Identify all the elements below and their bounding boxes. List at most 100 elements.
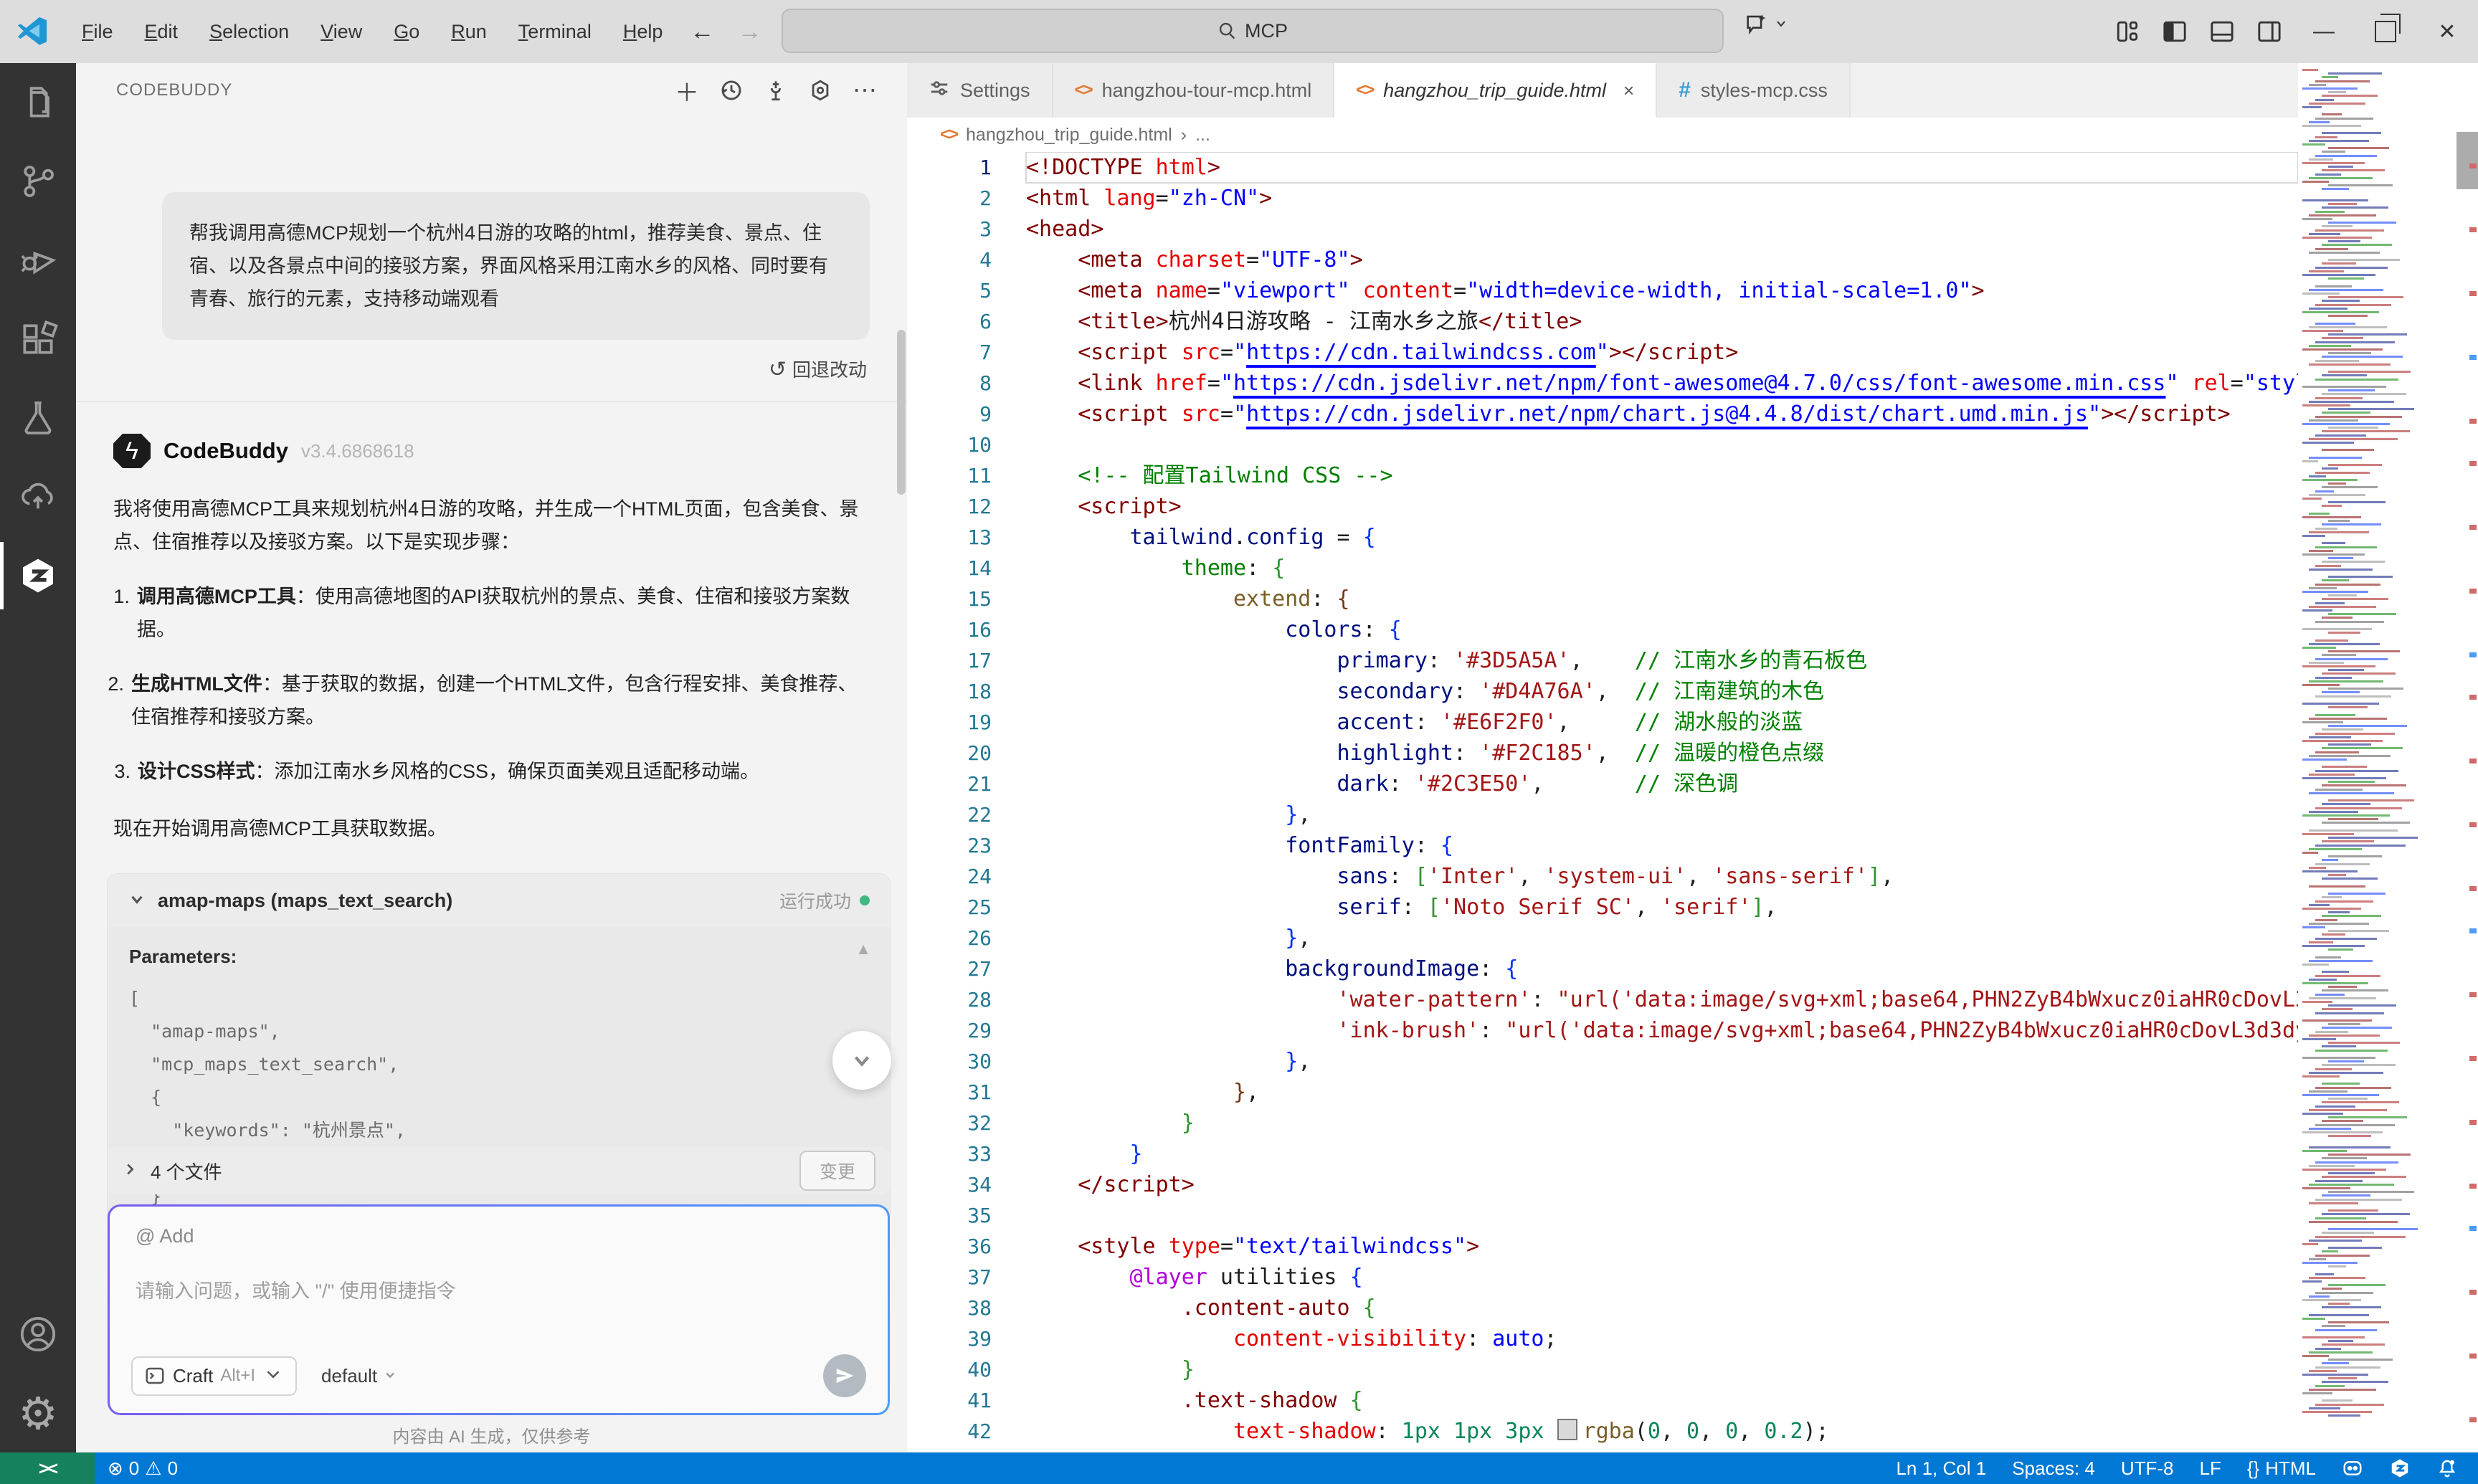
code-line[interactable]: 16 colors: { [907, 614, 2298, 645]
code-line[interactable]: 40 } [907, 1354, 2298, 1385]
code-line[interactable]: 3<head> [907, 214, 2298, 244]
menu-run[interactable]: Run [435, 21, 503, 43]
menu-terminal[interactable]: Terminal [503, 21, 607, 43]
craft-mode-selector[interactable]: Craft Alt+I [131, 1356, 297, 1396]
menu-view[interactable]: View [305, 21, 378, 43]
code-line[interactable]: 14 theme: { [907, 553, 2298, 584]
tab-hangzhou-tour-mcp[interactable]: <> hangzhou-tour-mcp.html [1053, 63, 1335, 118]
close-button[interactable]: ✕ [2416, 0, 2478, 63]
source-control-icon[interactable] [0, 142, 76, 221]
mcp-tools-icon[interactable] [754, 70, 798, 110]
breadcrumb[interactable]: <> hangzhou_trip_guide.html › ... [907, 118, 2478, 152]
changes-button[interactable]: 变更 [799, 1151, 875, 1191]
codebuddy-sidebar-icon[interactable] [0, 536, 76, 615]
code-line[interactable]: 35 [907, 1200, 2298, 1231]
back-arrow-icon[interactable]: ← [678, 18, 726, 46]
settings-gear-icon[interactable]: ⚙ [0, 1374, 76, 1452]
undo-changes-button[interactable]: ↺回退改动 [76, 356, 867, 382]
code-line[interactable]: 31 }, [907, 1077, 2298, 1108]
code-line[interactable]: 13 tailwind.config = { [907, 522, 2298, 553]
run-debug-icon[interactable] [0, 221, 76, 300]
forward-arrow-icon[interactable]: → [726, 18, 773, 46]
restore-button[interactable] [2355, 0, 2416, 63]
copilot-menu[interactable] [1744, 11, 1788, 36]
menu-edit[interactable]: Edit [129, 21, 194, 43]
code-line[interactable]: 7 <script src="https://cdn.tailwindcss.c… [907, 337, 2298, 368]
code-line[interactable]: 22 }, [907, 799, 2298, 830]
chat-scrollbar[interactable] [897, 330, 906, 495]
code-line[interactable]: 8 <link href="https://cdn.jsdelivr.net/n… [907, 368, 2298, 399]
code-editor[interactable]: 1<!DOCTYPE html>2<html lang="zh-CN">3<he… [907, 152, 2298, 1452]
code-line[interactable]: 37 @layer utilities { [907, 1262, 2298, 1293]
minimap[interactable] [2298, 63, 2478, 1452]
code-line[interactable]: 1<!DOCTYPE html> [907, 152, 2298, 183]
minimize-button[interactable]: — [2293, 0, 2355, 63]
code-line[interactable]: 28 'water-pattern': "url('data:image/svg… [907, 984, 2298, 1015]
code-line[interactable]: 18 secondary: '#D4A76A', // 江南建筑的木色 [907, 676, 2298, 707]
code-line[interactable]: 19 accent: '#E6F2F0', // 湖水般的淡蓝 [907, 707, 2298, 738]
toggle-secondary-sidebar-icon[interactable] [2246, 0, 2293, 63]
add-context-button[interactable]: @ Add [136, 1225, 194, 1247]
remote-explorer-icon[interactable] [0, 457, 76, 536]
toggle-primary-sidebar-icon[interactable] [2151, 0, 2198, 63]
notifications-bell-icon[interactable] [2424, 1452, 2478, 1484]
code-line[interactable]: 42 text-shadow: 1px 1px 3px rgba(0, 0, 0… [907, 1416, 2298, 1447]
tab-settings[interactable]: Settings [907, 63, 1053, 118]
menu-go[interactable]: Go [378, 21, 435, 43]
toggle-panel-icon[interactable] [2198, 0, 2246, 63]
chat-input-box[interactable]: @ Add 请输入问题，或输入 "/" 使用便捷指令 Craft Alt+I d… [108, 1204, 890, 1415]
code-line[interactable]: 20 highlight: '#F2C185', // 温暖的橙色点缀 [907, 738, 2298, 769]
extensions-icon[interactable] [0, 300, 76, 379]
menu-selection[interactable]: Selection [194, 21, 305, 43]
menu-file[interactable]: File [66, 21, 129, 43]
more-actions-icon[interactable]: ⋯ [842, 70, 887, 110]
send-button[interactable] [823, 1354, 866, 1397]
code-line[interactable]: 34 </script> [907, 1169, 2298, 1200]
tab-styles-mcp[interactable]: # styles-mcp.css [1657, 63, 1851, 118]
explorer-icon[interactable] [0, 63, 76, 142]
code-line[interactable]: 17 primary: '#3D5A5A', // 江南水乡的青石板色 [907, 645, 2298, 676]
code-line[interactable]: 10 [907, 429, 2298, 460]
code-line[interactable]: 24 sans: ['Inter', 'system-ui', 'sans-se… [907, 861, 2298, 892]
menu-help[interactable]: Help [607, 21, 679, 43]
code-line[interactable]: 41 .text-shadow { [907, 1385, 2298, 1416]
changed-files-bar[interactable]: 4 个文件 变更 [108, 1147, 890, 1194]
tab-hangzhou-trip-guide[interactable]: <> hangzhou_trip_guide.html × [1334, 63, 1657, 118]
remote-indicator[interactable]: >< [0, 1452, 95, 1484]
code-line[interactable]: 26 }, [907, 923, 2298, 953]
indentation[interactable]: Spaces: 4 [1999, 1452, 2108, 1484]
code-line[interactable]: 21 dark: '#2C3E50', // 深色调 [907, 769, 2298, 799]
code-line[interactable]: 36 <style type="text/tailwindcss"> [907, 1231, 2298, 1262]
history-icon[interactable] [709, 70, 754, 110]
code-line[interactable]: 4 <meta charset="UTF-8"> [907, 244, 2298, 275]
accounts-icon[interactable] [0, 1295, 76, 1374]
encoding[interactable]: UTF-8 [2108, 1452, 2187, 1484]
code-line[interactable]: 11 <!-- 配置Tailwind CSS --> [907, 460, 2298, 491]
assistant-settings-icon[interactable] [798, 70, 842, 110]
language-mode[interactable]: {}HTML [2234, 1452, 2329, 1484]
code-line[interactable]: 5 <meta name="viewport" content="width=d… [907, 275, 2298, 306]
scroll-up-arrow-icon[interactable]: ▲ [855, 940, 871, 959]
new-chat-icon[interactable]: ＋ [665, 70, 709, 110]
code-line[interactable]: 39 content-visibility: auto; [907, 1323, 2298, 1354]
code-line[interactable]: 29 'ink-brush': "url('data:image/svg+xml… [907, 1015, 2298, 1046]
close-tab-icon[interactable]: × [1623, 80, 1634, 102]
scroll-to-bottom-button[interactable] [832, 1031, 891, 1090]
code-line[interactable]: 30 }, [907, 1046, 2298, 1077]
code-line[interactable]: 2<html lang="zh-CN"> [907, 183, 2298, 214]
cursor-position[interactable]: Ln 1, Col 1 [1883, 1452, 1999, 1484]
code-line[interactable]: 25 serif: ['Noto Serif SC', 'serif'], [907, 892, 2298, 923]
code-line[interactable]: 38 .content-auto { [907, 1293, 2298, 1323]
code-line[interactable]: 23 fontFamily: { [907, 830, 2298, 861]
testing-icon[interactable] [0, 379, 76, 457]
code-line[interactable]: 43 } [907, 1447, 2298, 1452]
eol[interactable]: LF [2187, 1452, 2234, 1484]
codebuddy-status-icon[interactable] [2376, 1452, 2424, 1484]
minimap-slider[interactable] [2456, 132, 2478, 189]
code-line[interactable]: 9 <script src="https://cdn.jsdelivr.net/… [907, 399, 2298, 429]
tool-card-header[interactable]: amap-maps (maps_text_search) 运行成功 [108, 874, 890, 927]
code-line[interactable]: 12 <script> [907, 491, 2298, 522]
model-selector[interactable]: default [321, 1365, 397, 1387]
code-line[interactable]: 27 backgroundImage: { [907, 953, 2298, 984]
code-line[interactable]: 33 } [907, 1138, 2298, 1169]
